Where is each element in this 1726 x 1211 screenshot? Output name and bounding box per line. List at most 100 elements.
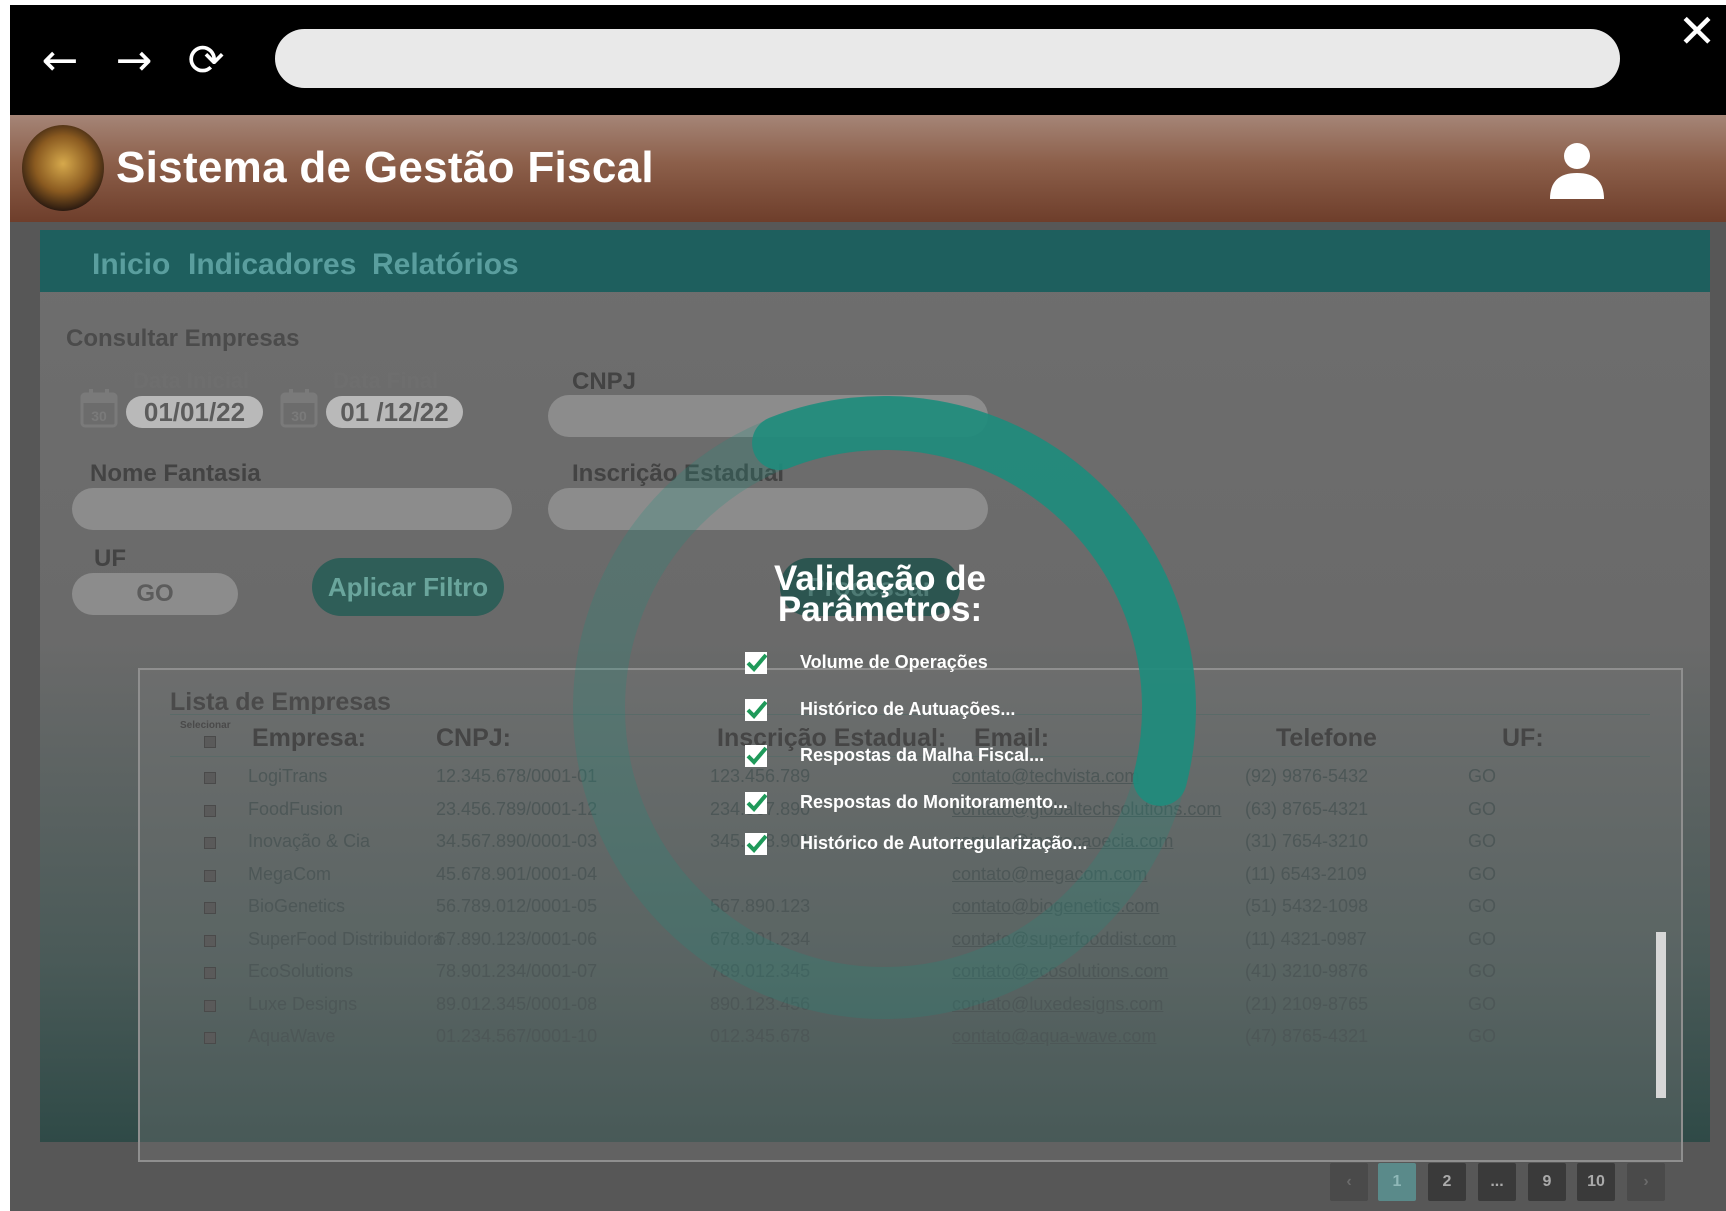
row-checkbox[interactable] (204, 934, 216, 947)
company-list: Lista de Empresas Selecionar Empresa: CN… (138, 668, 1683, 1162)
back-arrow-icon[interactable]: ← (32, 33, 88, 89)
cnpj-label: CNPJ (572, 368, 637, 395)
page-2-button[interactable]: 2 (1428, 1163, 1466, 1201)
cell-telefone: (11) 4321-0987 (1245, 928, 1367, 949)
filter-section-title: Consultar Empresas (66, 325, 300, 352)
cell-uf: GO (1468, 1026, 1497, 1046)
lion-logo-icon (22, 125, 104, 211)
uf-select[interactable]: GO (72, 573, 238, 615)
app-window: ← → ⟳ Sistema de Gestão Fiscal Inicio In… (10, 5, 1726, 1211)
tab-indicadores[interactable]: Indicadores (188, 248, 356, 282)
apply-filter-button[interactable]: Aplicar Filtro (312, 558, 504, 616)
date-start-label: Data Inicial (133, 368, 250, 393)
calendar-icon-text: 30 (291, 408, 307, 424)
row-checkbox[interactable] (204, 804, 216, 817)
page-10-button[interactable]: 10 (1577, 1163, 1615, 1201)
list-scrollbar[interactable] (1656, 932, 1666, 1098)
cell-cnpj: 12.345.678/0001-01 (436, 766, 598, 786)
cell-email[interactable]: contato@luxedesigns.com (952, 994, 1163, 1015)
col-inscricao-estadual: Inscrição Estadual: (717, 724, 947, 752)
cell-email[interactable]: contato@aqua-wave.com (952, 1026, 1156, 1047)
row-checkbox[interactable] (204, 999, 216, 1012)
cell-cnpj: 78.901.234/0001-07 (436, 961, 598, 981)
cell-inscricao-estadual: 890.123.456 (710, 993, 811, 1014)
page-1-button[interactable]: 1 (1378, 1163, 1416, 1201)
cell-uf: GO (1468, 961, 1497, 981)
date-end-field[interactable]: 01 /12/22 (326, 396, 463, 428)
col-telefone: Telefone (1276, 724, 1377, 752)
cell-inscricao-estadual: 345.678.901 (710, 831, 811, 851)
cell-empresa: Luxe Designs (248, 993, 358, 1014)
nome-fantasia-label: Nome Fantasia (90, 460, 261, 487)
cell-email[interactable]: contato@ecosolutions.com (952, 961, 1168, 982)
cell-email[interactable]: contato@megacom.com (952, 864, 1147, 885)
cell-cnpj: 67.890.123/0001-06 (436, 928, 598, 949)
cell-telefone: (31) 7654-3210 (1245, 831, 1369, 851)
cell-uf: GO (1468, 896, 1497, 916)
cell-email[interactable]: contato@globaltechsolutions.com (952, 799, 1221, 820)
calendar-icon[interactable]: 30 (280, 388, 318, 428)
cell-cnpj: 34.567.890/0001-03 (436, 831, 598, 851)
cell-cnpj: 56.789.012/0001-05 (436, 896, 598, 916)
col-cnpj: CNPJ: (436, 724, 512, 752)
prev-page-button[interactable]: ‹ (1330, 1163, 1368, 1201)
cell-telefone: (92) 9876-5432 (1245, 766, 1369, 786)
browser-toolbar: ← → ⟳ (10, 5, 1726, 115)
header-divider (170, 756, 1650, 757)
cnpj-input[interactable] (548, 395, 988, 437)
calendar-icon-text: 30 (91, 408, 107, 424)
calendar-icon[interactable]: 30 (80, 388, 118, 428)
cell-inscricao-estadual: 234.567.890 (710, 798, 811, 819)
row-checkbox[interactable] (204, 1032, 216, 1044)
cell-telefone: (21) 2109-8765 (1245, 993, 1369, 1014)
forward-arrow-icon[interactable]: → (106, 33, 162, 89)
page-9-button[interactable]: 9 (1528, 1163, 1566, 1201)
user-profile-icon[interactable] (1546, 139, 1608, 203)
date-start-field[interactable]: 01/01/22 (126, 396, 263, 428)
page-ellipsis: ... (1478, 1163, 1516, 1201)
cell-uf: GO (1468, 798, 1497, 819)
cell-email[interactable]: contato@techvista.com (952, 766, 1139, 787)
row-checkbox[interactable] (204, 967, 216, 979)
cell-telefone: (51) 5432-1098 (1245, 896, 1369, 916)
list-divider (170, 714, 1650, 715)
select-all-checkbox[interactable] (204, 736, 216, 748)
tab-relatorios[interactable]: Relatórios (372, 248, 519, 282)
app-header: Sistema de Gestão Fiscal (10, 115, 1726, 222)
reload-icon[interactable]: ⟳ (178, 33, 234, 89)
col-uf: UF: (1502, 724, 1544, 752)
cell-empresa: Inovação & Cia (248, 831, 371, 851)
cell-empresa: MegaCom (248, 863, 332, 884)
row-checkbox[interactable] (204, 902, 216, 914)
cell-empresa: SuperFood Distribuidora (248, 928, 444, 949)
cell-email[interactable]: contato@superfooddist.com (952, 929, 1176, 950)
cell-telefone: (41) 3210-9876 (1245, 961, 1369, 981)
date-end-label: Data Final (333, 368, 439, 393)
cell-uf: GO (1468, 928, 1497, 949)
process-button[interactable]: Processar (780, 558, 960, 616)
cell-email[interactable]: contato@inovacaoecia.com (952, 831, 1173, 852)
row-checkbox[interactable] (204, 837, 216, 849)
cell-email[interactable]: contato@biogenetics.com (952, 896, 1159, 917)
cell-uf: GO (1468, 831, 1497, 851)
inscricao-estadual-input[interactable] (548, 488, 988, 530)
nav-tabs: Inicio Indicadores Relatórios (40, 230, 1710, 292)
cell-cnpj: 45.678.901/0001-04 (436, 863, 598, 884)
cell-inscricao-estadual: 123.456.789 (710, 766, 811, 786)
row-checkbox[interactable] (204, 869, 216, 882)
inscricao-estadual-label: Inscrição Estadual (572, 460, 785, 487)
close-icon[interactable]: ✕ (1672, 8, 1722, 58)
next-page-button[interactable]: › (1627, 1163, 1665, 1201)
row-checkbox[interactable] (204, 772, 216, 784)
address-bar[interactable] (275, 29, 1620, 88)
cell-telefone: (11) 6543-2109 (1245, 863, 1367, 884)
app-title: Sistema de Gestão Fiscal (116, 143, 654, 192)
col-email: Email: (974, 724, 1050, 752)
cell-empresa: LogiTrans (248, 766, 328, 786)
cell-cnpj: 23.456.789/0001-12 (436, 798, 598, 819)
tab-inicio[interactable]: Inicio (92, 248, 170, 282)
cell-uf: GO (1468, 863, 1497, 884)
cell-empresa: EcoSolutions (248, 961, 354, 981)
cell-uf: GO (1468, 993, 1497, 1014)
nome-fantasia-input[interactable] (72, 488, 512, 530)
